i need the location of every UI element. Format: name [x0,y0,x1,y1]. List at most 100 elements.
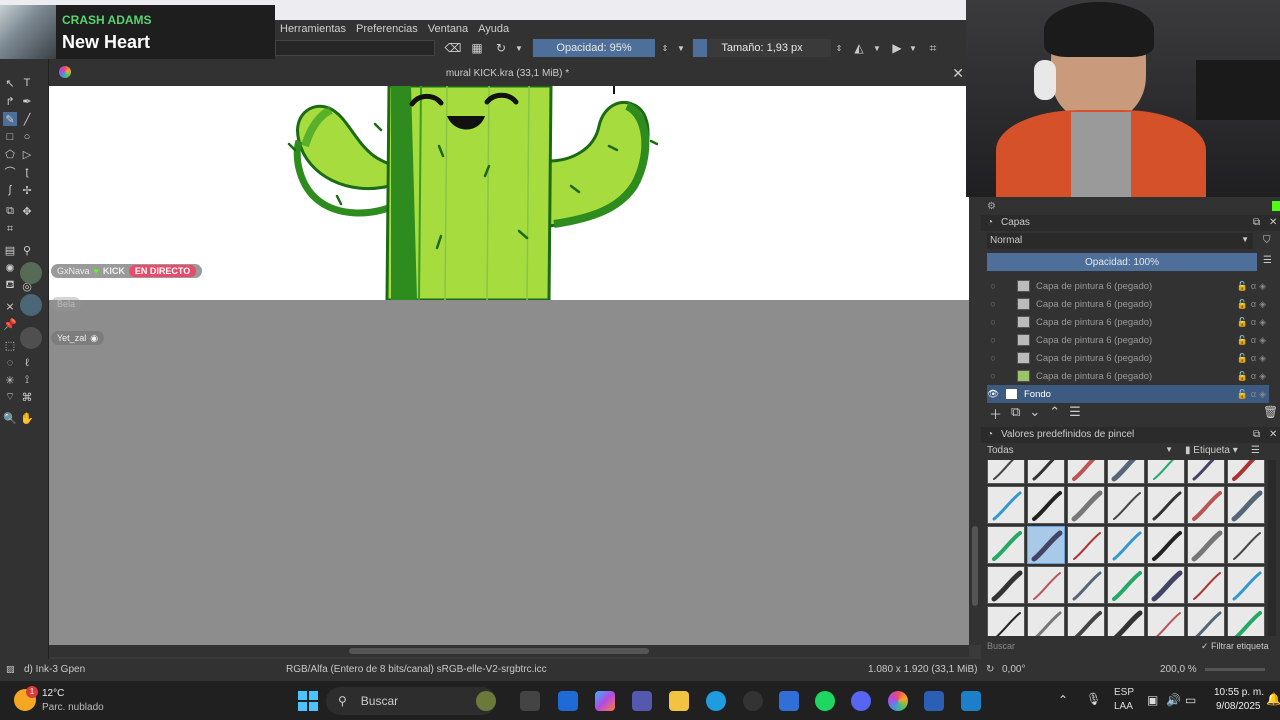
move-down-icon[interactable]: ⌄ [1029,404,1040,423]
visibility-icon[interactable]: ○ [987,353,999,364]
edge-icon[interactable] [706,691,726,711]
brush-preset-tile[interactable] [1107,486,1145,524]
brush-preset-tile[interactable] [1107,606,1145,636]
view-icon[interactable]: ☰ [1251,445,1260,456]
brush-preset-combo[interactable] [275,40,435,56]
brush-preset-tile[interactable] [1147,486,1185,524]
layer-row[interactable]: ○ Capa de pintura 6 (pegado) 🔓α◈ [987,277,1269,295]
multibrush-icon[interactable]: ✢ [20,183,34,197]
brush-preset-tile[interactable] [1027,606,1065,636]
brush-preset-tile[interactable] [1147,526,1185,564]
obs-icon[interactable] [743,691,763,711]
bezier-select-icon[interactable]: ⌔ [3,390,17,404]
microphone-icon[interactable]: 🎙 [1086,692,1101,706]
layer-row[interactable]: ○ Capa de pintura 6 (pegado) 🔓α◈ [987,349,1269,367]
reload-icon[interactable]: ↻ [493,40,509,56]
layer-row-selected[interactable]: 👁 Fondo 🔓α◈ [987,385,1269,403]
reference-icon[interactable]: 📌 [3,317,17,331]
spin-icon[interactable]: ⇕ [657,40,673,56]
menu-ayuda[interactable]: Ayuda [473,23,514,35]
layer-row[interactable]: ○ Capa de pintura 6 (pegado) 🔓α◈ [987,313,1269,331]
vertical-scrollbar-thumb[interactable] [972,526,978,606]
ellipse-icon[interactable]: ○ [20,130,34,144]
brush-preset-tile[interactable] [1067,566,1105,604]
brush-preset-tile[interactable] [1187,526,1225,564]
chevron-down-icon[interactable]: ▼ [869,40,885,56]
brush-preset-tile[interactable] [1027,460,1065,484]
crop-icon[interactable]: ⌗ [3,222,17,236]
lock-icon[interactable]: 🔓α◈ [1237,353,1269,364]
add-layer-icon[interactable]: ＋ [989,404,1002,423]
horizontal-scrollbar-thumb[interactable] [349,648,649,654]
menu-preferencias[interactable]: Preferencias [351,23,423,35]
menu-herramientas[interactable]: Herramientas [275,23,351,35]
visibility-icon[interactable]: 👁 [987,389,999,400]
brush-preset-tile[interactable] [1227,606,1265,636]
blend-mode-select[interactable]: Normal ▼ [987,233,1253,249]
move-icon[interactable]: ✥ [20,204,34,218]
ellipse-select-icon[interactable]: ◌ [3,356,17,370]
visibility-icon[interactable]: ○ [987,335,999,346]
opacity-slider[interactable]: Opacidad: 95% [533,39,655,57]
layer-row[interactable]: ○ Capa de pintura 6 (pegado) 🔓α◈ [987,295,1269,313]
brush-search-input[interactable]: Buscar [987,641,1187,655]
duplicate-icon[interactable]: ⧉ [1011,404,1020,423]
language-primary[interactable]: ESP [1114,687,1134,698]
line-icon[interactable]: ╱ [20,112,34,126]
fill-icon[interactable]: ⛾ [3,279,17,293]
brush-scrollbar[interactable] [1268,460,1276,636]
brush-preset-tile[interactable] [1067,526,1105,564]
select-icon[interactable]: ↖ [3,76,17,90]
clock-date[interactable]: 9/08/2025 [1216,701,1261,712]
brush-preset-tile[interactable] [987,606,1025,636]
chevron-down-icon[interactable]: ▼ [511,40,527,56]
brush-preset-tile[interactable] [1147,460,1185,484]
text-icon[interactable]: T [20,76,34,90]
lock-icon[interactable]: 🔓α◈ [1237,317,1269,328]
rotation-icon[interactable]: ↻ [986,664,994,675]
brush-filter-select[interactable]: Todas ▼ [987,445,1177,459]
delete-layer-icon[interactable]: 🗑 [1263,405,1278,419]
windows-start-icon[interactable] [298,691,318,711]
brush-preset-tile[interactable] [1187,460,1225,484]
magnetic-select-icon[interactable]: ⌘ [20,390,34,404]
assistant-icon[interactable]: ⨯ [3,299,17,313]
brush-preset-tile[interactable] [1107,460,1145,484]
spotify-icon[interactable] [815,691,835,711]
brush-preset-tile[interactable] [1227,486,1265,524]
menu-icon[interactable]: ☰ [1263,255,1272,266]
brush-preset-tile[interactable] [987,526,1025,564]
brush-preset-tile[interactable] [1067,460,1105,484]
language-secondary[interactable]: LAA [1114,701,1133,712]
layer-row[interactable]: ○ Capa de pintura 6 (pegado) 🔓α◈ [987,331,1269,349]
mirror-vertical-icon[interactable]: ▶ [889,40,905,56]
brush-preset-tile[interactable] [1027,566,1065,604]
battery-icon[interactable]: ▭ [1185,693,1196,707]
tag-selector[interactable]: ▮ Etiqueta ▾ [1185,445,1238,456]
close-document-icon[interactable]: ✕ [952,65,964,82]
freehand-path-icon[interactable]: ʈ [20,165,34,179]
taskbar-search[interactable]: ⚲ Buscar [326,687,496,715]
rect-select-icon[interactable]: ⬚ [3,338,17,352]
visibility-icon[interactable]: ○ [987,371,999,382]
visibility-icon[interactable]: ○ [987,299,999,310]
brush-preset-tile[interactable] [1107,566,1145,604]
chevron-down-icon[interactable]: ▼ [673,40,689,56]
brush-preset-tile[interactable] [1027,526,1065,564]
brush-icon[interactable]: ✎ [3,112,17,126]
alpha-lock-icon[interactable]: ▦ [469,40,485,56]
close-icon[interactable]: ✕ [1269,217,1277,228]
lock-icon[interactable]: 🔓α◈ [1237,389,1269,400]
clock-time[interactable]: 10:55 p. m. [1214,687,1264,698]
brush-preset-tile[interactable] [987,566,1025,604]
polygon-icon[interactable]: ⬠ [3,147,17,161]
filter-tag-checkbox[interactable]: ✓ Filtrar etiqueta [1201,641,1269,652]
search-highlight-icon[interactable] [476,691,496,711]
close-icon[interactable]: ✕ [1269,429,1277,440]
notifications-icon[interactable]: 🔔 [1266,692,1280,706]
filter-icon[interactable]: ⛉ [1263,235,1271,246]
volume-icon[interactable]: 🔊 [1166,693,1181,707]
pen-app-icon[interactable] [779,691,799,711]
brush-preset-tile[interactable] [987,486,1025,524]
brush-preset-tile[interactable] [1187,566,1225,604]
